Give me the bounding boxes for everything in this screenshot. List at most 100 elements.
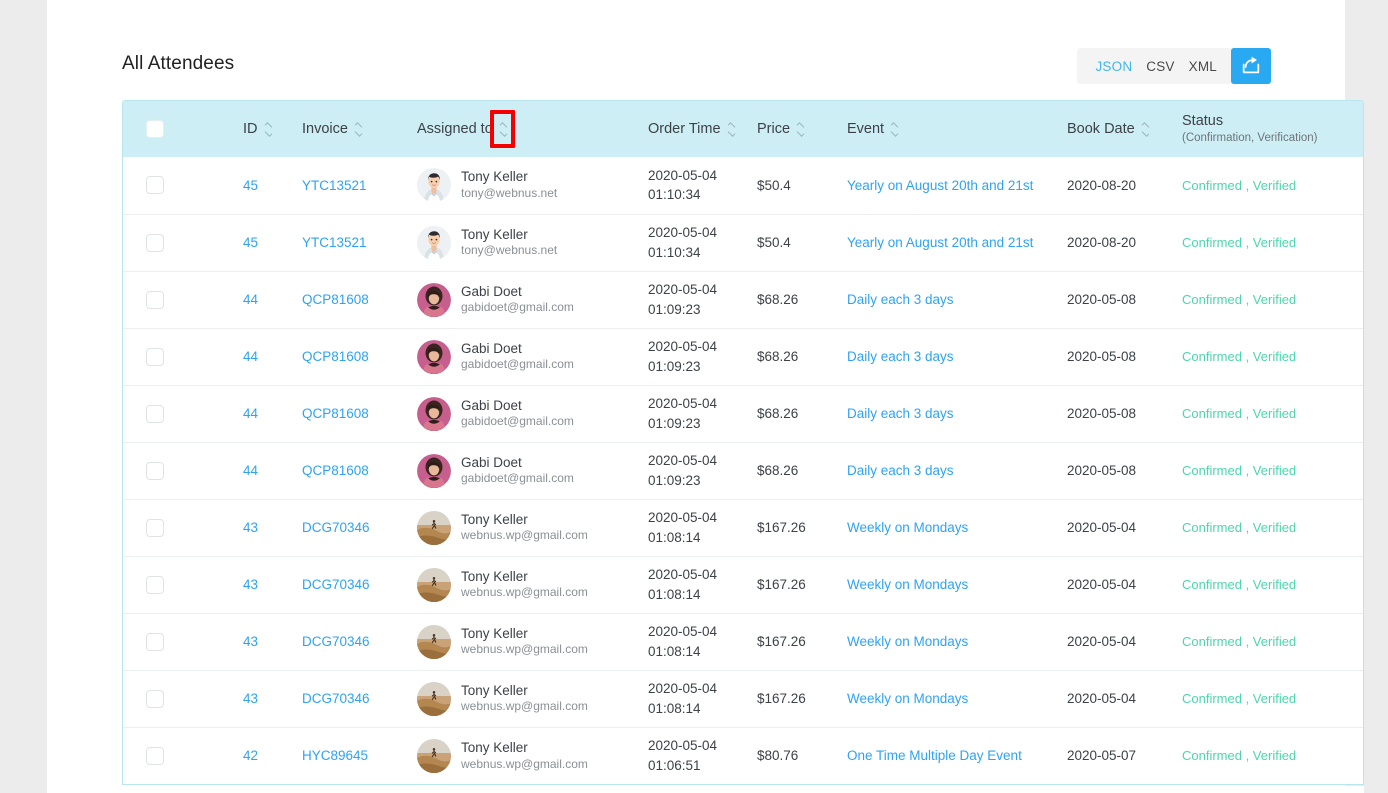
select-all-checkbox[interactable]: [146, 120, 164, 138]
header-price[interactable]: Price: [753, 101, 843, 157]
sort-icon-id[interactable]: [264, 121, 273, 137]
invoice-link[interactable]: QCP81608: [302, 349, 369, 364]
event-link[interactable]: Daily each 3 days: [847, 292, 954, 307]
export-format-json[interactable]: JSON: [1095, 59, 1132, 74]
id-link[interactable]: 45: [243, 235, 258, 250]
event-link[interactable]: Daily each 3 days: [847, 349, 954, 364]
sort-icon-invoice[interactable]: [354, 121, 363, 137]
status-badge: Confirmed , Verified: [1182, 520, 1297, 535]
row-checkbox[interactable]: [146, 461, 164, 480]
id-link[interactable]: 42: [243, 748, 258, 763]
status-badge: Confirmed , Verified: [1182, 235, 1297, 250]
order-clock: 01:08:14: [648, 700, 701, 716]
export-format-csv[interactable]: CSV: [1146, 59, 1174, 74]
avatar-cartoon-man: [417, 225, 451, 260]
attendee-name: Tony Keller: [461, 226, 528, 242]
event-link[interactable]: Weekly on Mondays: [847, 634, 968, 649]
invoice-link[interactable]: QCP81608: [302, 292, 369, 307]
id-link[interactable]: 44: [243, 349, 258, 364]
header-order-time[interactable]: Order Time: [638, 101, 753, 157]
cell-book-date: 2020-05-04: [1067, 577, 1137, 592]
id-link[interactable]: 43: [243, 634, 258, 649]
attendee-name: Tony Keller: [461, 568, 528, 584]
row-checkbox[interactable]: [146, 347, 164, 366]
sort-icon-book-date[interactable]: [1141, 121, 1150, 137]
cell-price: $167.26: [757, 577, 806, 592]
id-link[interactable]: 44: [243, 463, 258, 478]
header-event[interactable]: Event: [843, 101, 1063, 157]
cell-order-time: 2020-05-04 01:06:51: [638, 727, 753, 784]
event-link[interactable]: Weekly on Mondays: [847, 691, 968, 706]
invoice-link[interactable]: YTC13521: [302, 178, 367, 193]
cell-status: Confirmed , Verified: [1178, 157, 1363, 214]
invoice-link[interactable]: YTC13521: [302, 235, 367, 250]
invoice-link[interactable]: DCG70346: [302, 520, 370, 535]
invoice-link[interactable]: QCP81608: [302, 463, 369, 478]
sort-icon-price[interactable]: [796, 121, 805, 137]
export-format-xml[interactable]: XML: [1189, 59, 1217, 74]
cell-status: Confirmed , Verified: [1178, 670, 1363, 727]
order-clock: 01:06:51: [648, 757, 701, 773]
attendee-email: webnus.wp@gmail.com: [461, 585, 588, 600]
row-checkbox[interactable]: [146, 233, 164, 252]
cell-assigned-to: Gabi Doet gabidoet@gmail.com: [413, 442, 638, 499]
content-panel: All Attendees JSON CSV XML ID Invoice As…: [47, 0, 1364, 793]
export-button[interactable]: [1231, 48, 1271, 84]
cell-id: 43: [183, 670, 298, 727]
cell-invoice: DCG70346: [298, 613, 413, 670]
header-assigned-to[interactable]: Assigned to: [413, 101, 638, 157]
event-link[interactable]: Daily each 3 days: [847, 463, 954, 478]
invoice-link[interactable]: DCG70346: [302, 691, 370, 706]
row-select-cell: [123, 670, 183, 727]
invoice-link[interactable]: QCP81608: [302, 406, 369, 421]
sort-icon-assigned-to[interactable]: [499, 121, 508, 137]
cell-order-time: 2020-05-04 01:09:23: [638, 385, 753, 442]
order-clock: 01:08:14: [648, 643, 701, 659]
cell-assigned-to: Tony Keller webnus.wp@gmail.com: [413, 499, 638, 556]
avatar-photo-landscape: [417, 738, 451, 773]
row-checkbox[interactable]: [146, 575, 164, 594]
sort-icon-order-time[interactable]: [727, 121, 736, 137]
row-checkbox[interactable]: [146, 518, 164, 537]
invoice-link[interactable]: DCG70346: [302, 577, 370, 592]
cell-order-time: 2020-05-04 01:08:14: [638, 556, 753, 613]
table-row: 45 YTC13521 Tony Keller tony@webnus.net 2020…: [123, 214, 1363, 271]
avatar-photo-woman: [417, 453, 451, 488]
event-link[interactable]: Weekly on Mondays: [847, 520, 968, 535]
id-link[interactable]: 43: [243, 520, 258, 535]
cell-order-time: 2020-05-04 01:08:14: [638, 499, 753, 556]
order-date: 2020-05-04: [648, 623, 718, 639]
table-body: 45 YTC13521 Tony Keller tony@webnus.net 2020…: [123, 157, 1363, 784]
row-checkbox[interactable]: [146, 689, 164, 708]
id-link[interactable]: 44: [243, 406, 258, 421]
table-row: 44 QCP81608 Gabi Doet gabidoet@gmail.com 202…: [123, 328, 1363, 385]
sort-icon-event[interactable]: [890, 121, 899, 137]
page-title: All Attendees: [122, 53, 235, 74]
cell-status: Confirmed , Verified: [1178, 328, 1363, 385]
cell-order-time: 2020-05-04 01:08:14: [638, 670, 753, 727]
row-checkbox[interactable]: [146, 176, 164, 195]
id-link[interactable]: 45: [243, 178, 258, 193]
header-id[interactable]: ID: [183, 101, 298, 157]
row-select-cell: [123, 271, 183, 328]
row-checkbox[interactable]: [146, 290, 164, 309]
event-link[interactable]: Weekly on Mondays: [847, 577, 968, 592]
event-link[interactable]: One Time Multiple Day Event: [847, 748, 1022, 763]
header-book-date[interactable]: Book Date: [1063, 101, 1178, 157]
row-select-cell: [123, 214, 183, 271]
event-link[interactable]: Yearly on August 20th and 21st: [847, 178, 1033, 193]
id-link[interactable]: 43: [243, 691, 258, 706]
row-checkbox[interactable]: [146, 746, 164, 765]
id-link[interactable]: 43: [243, 577, 258, 592]
attendee-email: webnus.wp@gmail.com: [461, 528, 588, 543]
cell-status: Confirmed , Verified: [1178, 271, 1363, 328]
event-link[interactable]: Daily each 3 days: [847, 406, 954, 421]
id-link[interactable]: 44: [243, 292, 258, 307]
invoice-link[interactable]: HYC89645: [302, 748, 368, 763]
row-checkbox[interactable]: [146, 404, 164, 423]
invoice-link[interactable]: DCG70346: [302, 634, 370, 649]
header-status-sublabel: (Confirmation, Verification): [1182, 131, 1318, 144]
event-link[interactable]: Yearly on August 20th and 21st: [847, 235, 1033, 250]
header-invoice[interactable]: Invoice: [298, 101, 413, 157]
row-checkbox[interactable]: [146, 632, 164, 651]
